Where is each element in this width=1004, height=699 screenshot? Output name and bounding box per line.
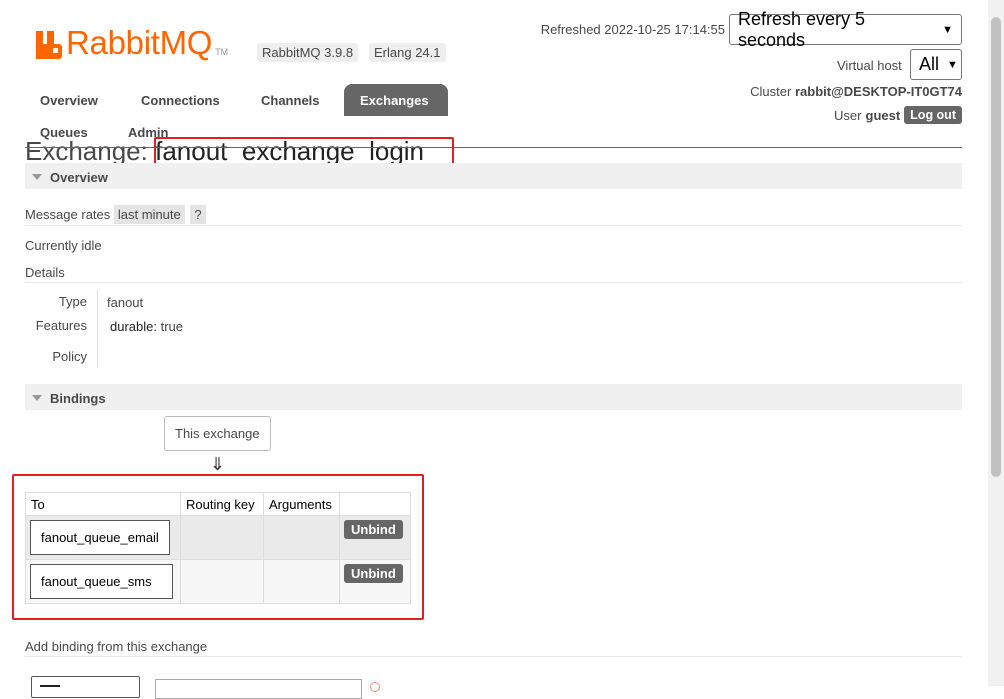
- overview-section-title: Overview: [50, 170, 108, 185]
- feature-value: true: [160, 319, 184, 334]
- overview-section-header[interactable]: Overview: [25, 163, 962, 189]
- type-value: fanout: [107, 295, 144, 310]
- cluster-name: rabbit@DESKTOP-IT0GT74: [794, 84, 962, 99]
- help-icon[interactable]: ?: [190, 205, 206, 224]
- destination-name-input[interactable]: [155, 679, 362, 699]
- refresh-interval-value: Refresh every 5 seconds: [738, 8, 866, 50]
- tab-exchanges[interactable]: Exchanges: [344, 84, 448, 116]
- details-divider: [97, 290, 98, 368]
- virtual-host-label: Virtual host: [837, 58, 902, 73]
- add-binding-header: Add binding from this exchange: [25, 639, 208, 654]
- highlight-box-bindings: [12, 474, 424, 620]
- cluster-info: Cluster rabbit@DESKTOP-IT0GT74: [750, 84, 962, 99]
- vertical-scrollbar[interactable]: [988, 0, 1004, 686]
- rabbitmq-version-badge: RabbitMQ 3.9.8: [257, 43, 359, 62]
- rabbitmq-logo[interactable]: RabbitMQ TM: [36, 24, 228, 60]
- details-label: Details: [25, 265, 65, 280]
- this-exchange-box: This exchange: [164, 416, 271, 451]
- policy-label: Policy: [52, 349, 87, 364]
- bindings-section-header[interactable]: Bindings: [25, 384, 962, 410]
- required-indicator-icon: [370, 682, 380, 692]
- destination-type-select[interactable]: [31, 676, 140, 698]
- divider: [25, 225, 962, 226]
- user-info: User guest Log out: [834, 106, 962, 124]
- virtual-host-select[interactable]: All ▼: [910, 49, 962, 80]
- tab-channels[interactable]: Channels: [245, 84, 336, 117]
- cluster-label: Cluster: [750, 84, 792, 99]
- logo-text: RabbitMQ: [66, 24, 213, 61]
- select-value-fragment: [40, 685, 60, 687]
- page-title-prefix: Exchange:: [25, 136, 148, 166]
- bindings-section-title: Bindings: [50, 391, 106, 406]
- message-rates-period[interactable]: last minute: [113, 205, 185, 224]
- feature-key: durable:: [110, 319, 157, 334]
- logo-trademark: TM: [215, 47, 229, 57]
- status-text: Currently idle: [25, 238, 102, 253]
- chevron-down-icon: ▼: [947, 58, 958, 71]
- features-label: Features: [35, 318, 87, 333]
- down-arrow-icon: ⇓: [210, 454, 226, 474]
- refresh-interval-select[interactable]: Refresh every 5 seconds ▼: [729, 9, 962, 50]
- message-rates-label: Message rates: [25, 207, 111, 222]
- tab-connections[interactable]: Connections: [125, 84, 236, 117]
- refreshed-timestamp: Refreshed 2022-10-25 17:14:55: [540, 22, 725, 37]
- user-label: User: [834, 107, 862, 123]
- type-label: Type: [58, 294, 87, 309]
- divider: [25, 656, 962, 657]
- message-rates-row: Message rates last minute ?: [25, 205, 206, 224]
- logout-button[interactable]: Log out: [904, 106, 962, 124]
- rabbit-logo-icon: [36, 31, 62, 59]
- scrollbar-thumb[interactable]: [991, 17, 1001, 477]
- collapse-triangle-icon: [32, 174, 42, 180]
- user-name: guest: [865, 107, 901, 123]
- divider: [25, 282, 962, 283]
- erlang-version-badge: Erlang 24.1: [369, 43, 446, 62]
- virtual-host-value: All: [919, 54, 940, 74]
- features-value: durable: true: [110, 319, 183, 334]
- collapse-triangle-icon: [32, 395, 42, 401]
- tab-overview[interactable]: Overview: [24, 84, 114, 117]
- chevron-down-icon: ▼: [942, 23, 953, 36]
